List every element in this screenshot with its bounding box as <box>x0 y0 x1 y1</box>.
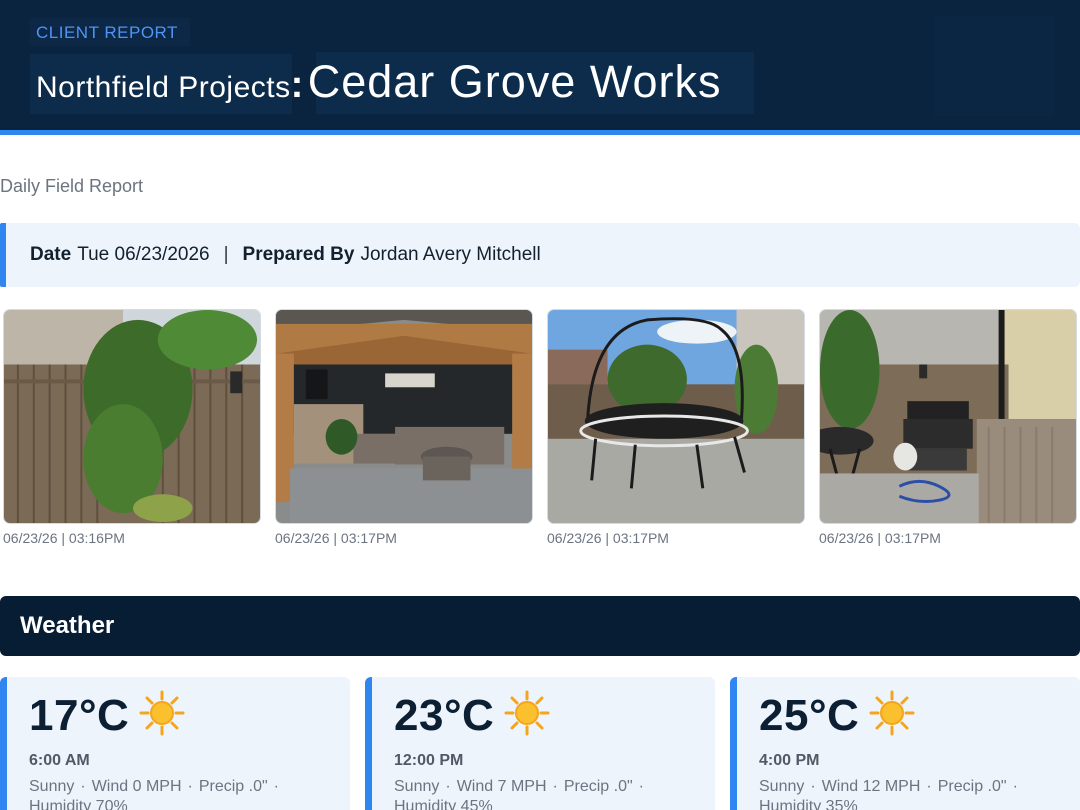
reading-time: 4:00 PM <box>759 752 820 769</box>
precip-text: Precip .0" <box>563 778 633 795</box>
wind-text: Wind 7 MPH <box>456 778 547 795</box>
humidity-text: Humidity 70% <box>29 798 128 810</box>
temperature-row: 25°C <box>759 690 915 741</box>
photo-timestamp: 06/23/26 | 03:17PM <box>819 530 941 546</box>
condition-text: Sunny <box>759 778 805 795</box>
site-photo-trampoline[interactable] <box>547 309 805 524</box>
site-photo-pergola[interactable] <box>275 309 533 524</box>
temperature: 25°C <box>759 691 860 740</box>
report-header: CLIENT REPORT Northfield Projects: Cedar… <box>0 0 1080 135</box>
condition-text: Sunny <box>394 778 440 795</box>
sun-icon <box>869 690 915 736</box>
report-type-label: CLIENT REPORT <box>36 23 178 42</box>
precip-text: Precip .0" <box>198 778 268 795</box>
site-photo-fence[interactable] <box>3 309 261 524</box>
reading-time: 6:00 AM <box>29 752 90 769</box>
reading-time: 12:00 PM <box>394 752 464 769</box>
weather-card: 23°C 12:00 PM Sunny · Wind 7 MPH · Precip .0… <box>365 677 715 810</box>
title-colon: : <box>290 64 304 106</box>
photo-timestamp: 06/23/26 | 03:16PM <box>3 530 125 546</box>
precip-text: Precip .0" <box>937 778 1007 795</box>
prepared-by-label: Prepared By <box>242 244 355 265</box>
wind-text: Wind 12 MPH <box>821 778 921 795</box>
date-value: Tue 06/23/2026 <box>77 244 210 265</box>
temperature: 17°C <box>29 691 130 740</box>
sun-icon <box>139 690 185 736</box>
page-title: Northfield Projects: Cedar Grove Works <box>36 56 722 108</box>
grill-photo-image <box>820 310 1076 523</box>
temperature-row: 17°C <box>29 690 185 741</box>
fence-photo-image <box>4 310 260 523</box>
weather-card: 25°C 4:00 PM Sunny · Wind 12 MPH · Precip .0… <box>730 677 1080 810</box>
trampoline-photo-image <box>548 310 804 523</box>
weather-conditions: Sunny · Wind 0 MPH · Precip .0" · Humidity 70% <box>29 777 339 810</box>
sun-icon <box>504 690 550 736</box>
report-subtitle: Daily Field Report <box>0 176 144 196</box>
photo-timestamp: 06/23/26 | 03:17PM <box>275 530 397 546</box>
prepared-by-value: Jordan Avery Mitchell <box>360 244 541 265</box>
weather-section-header: Weather <box>0 596 1080 656</box>
wind-text: Wind 0 MPH <box>91 778 182 795</box>
company-name: Northfield Projects <box>36 71 291 104</box>
humidity-text: Humidity 35% <box>759 798 858 810</box>
site-photo-grill[interactable] <box>819 309 1077 524</box>
report-meta-bar: Date Tue 06/23/2026 | Prepared By Jordan… <box>0 223 1080 287</box>
humidity-text: Humidity 45% <box>394 798 493 810</box>
weather-conditions: Sunny · Wind 12 MPH · Precip .0" · Humidity 35… <box>759 777 1069 810</box>
project-name: Cedar Grove Works <box>307 56 722 107</box>
date-label: Date <box>30 244 72 265</box>
weather-conditions: Sunny · Wind 7 MPH · Precip .0" · Humidity 45% <box>394 777 704 810</box>
header-shade <box>934 16 1054 116</box>
pergola-photo-image <box>276 310 532 523</box>
temperature-row: 23°C <box>394 690 550 741</box>
condition-text: Sunny <box>29 778 75 795</box>
weather-card: 17°C 6:00 AM Sunny · Wind 0 MPH · Precip .0"… <box>0 677 350 810</box>
photo-timestamp: 06/23/26 | 03:17PM <box>547 530 669 546</box>
temperature: 23°C <box>394 691 495 740</box>
meta-separator: | <box>223 244 229 265</box>
